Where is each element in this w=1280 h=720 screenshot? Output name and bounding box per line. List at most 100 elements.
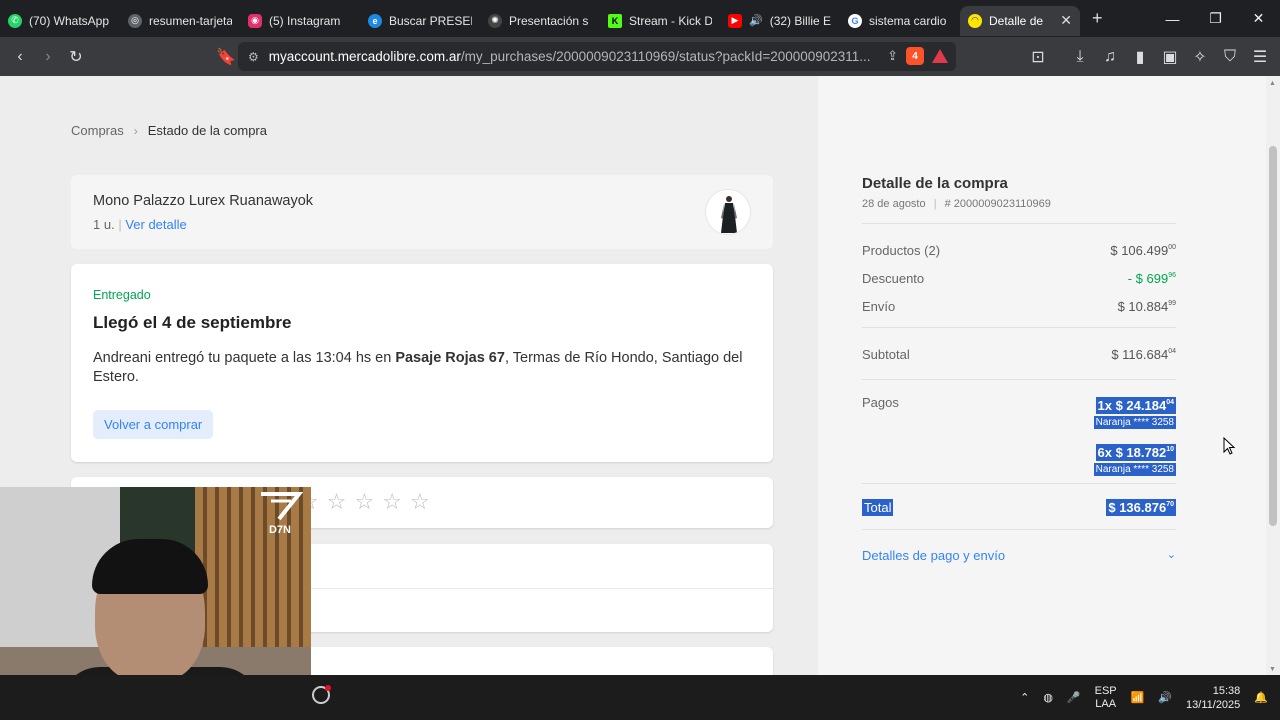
scrollbar-thumb[interactable] (1269, 146, 1277, 526)
new-tab-icon[interactable]: + (1092, 8, 1112, 29)
close-tab-icon[interactable]: ✕ (1060, 12, 1072, 29)
window-controls: — ❐ ✕ (1151, 0, 1280, 37)
tab-title: sistema cardio (869, 13, 947, 28)
seven-logo-icon (261, 492, 304, 521)
breadcrumb-current: Estado de la compra (147, 123, 267, 138)
lang-layout: LAA (1095, 697, 1117, 710)
product-thumbnail[interactable] (705, 189, 751, 235)
divider (862, 327, 1176, 328)
payment-shipping-details-toggle[interactable]: Detalles de pago y envío ⌄ (862, 548, 1176, 563)
star-icon[interactable]: ☆ (382, 491, 402, 513)
payment-2-card: Naranja **** 3258 (1093, 463, 1176, 476)
clock-date: 13/11/2025 (1186, 698, 1241, 711)
page-scrollbar[interactable]: ▲ ▼ (1266, 76, 1280, 675)
maximize-icon[interactable]: ❐ (1194, 0, 1237, 37)
language-indicator[interactable]: ESP LAA (1095, 685, 1117, 711)
tab-google[interactable]: G sistema cardio (840, 6, 960, 36)
tab-youtube[interactable]: ▶ 🔊 (32) Billie E (720, 6, 840, 36)
sidebar-icon[interactable]: ▮ (1126, 43, 1154, 71)
address-bar-actions: ⇪ 4 (887, 47, 948, 65)
shipping-label: Envío (862, 299, 896, 314)
summary-title: Detalle de la compra (862, 175, 1008, 192)
volume-icon[interactable]: 🔊 (1158, 691, 1172, 704)
tab-resumen[interactable]: ◎ resumen-tarjeta (120, 6, 240, 36)
divider (862, 529, 1176, 530)
leo-ai-icon[interactable]: ✧ (1186, 43, 1214, 71)
wifi-icon[interactable]: 📶 (1131, 691, 1145, 704)
tab-title: (32) Billie E (769, 13, 832, 28)
share-icon[interactable]: ⇪ (887, 48, 898, 64)
taskbar-app-icon[interactable] (310, 684, 332, 706)
tab-title: Buscar PRESEN (389, 13, 472, 28)
toolbar-extensions: ⊡ ⤓ ♫ ▮ ▣ ✧ ⛉ ☰ (1024, 37, 1274, 76)
url-host: myaccount.mercadolibre.com.ar (268, 49, 461, 64)
bookmark-icon[interactable]: 🔖 (212, 43, 240, 71)
minimize-icon[interactable]: — (1151, 0, 1194, 37)
tab-buscar[interactable]: e Buscar PRESEN (360, 6, 480, 36)
mercadolibre-icon: ◠ (968, 13, 982, 28)
product-name: Mono Palazzo Lurex Ruanawayok (93, 193, 314, 209)
tab-instagram[interactable]: ◉ (5) Instagram (240, 6, 360, 36)
products-row: Productos (2) $ 106.49900 (862, 243, 1176, 258)
screenshot-icon[interactable]: ⊡ (1024, 43, 1052, 71)
subtotal-label: Subtotal (862, 347, 910, 362)
tab-title: Presentación s (509, 13, 589, 28)
divider (862, 483, 1176, 484)
scroll-up-icon[interactable]: ▲ (1269, 80, 1276, 87)
download-icon[interactable]: ⤓ (1066, 43, 1094, 71)
product-image (706, 190, 750, 234)
tab-kick[interactable]: K Stream - Kick D (600, 6, 720, 36)
view-detail-link[interactable]: Ver detalle (125, 217, 186, 232)
youtube-icon: ▶ (728, 13, 742, 28)
vpn-icon[interactable]: ⛉ (1216, 43, 1244, 71)
star-icon[interactable]: ☆ (410, 491, 430, 513)
delivery-address: Pasaje Rojas 67 (395, 350, 505, 366)
reload-icon[interactable]: ↻ (62, 43, 90, 71)
search-engine-icon: e (368, 13, 382, 28)
brave-shields-icon[interactable]: 4 (906, 47, 924, 65)
chevron-down-icon: ⌄ (1166, 549, 1176, 561)
scroll-down-icon[interactable]: ▼ (1269, 666, 1276, 673)
browser-tab-strip: ✆ (70) WhatsApp ◎ resumen-tarjeta ◉ (5) … (0, 0, 1280, 37)
breadcrumb: Compras › Estado de la compra (71, 123, 267, 138)
chevron-up-icon[interactable]: ⌃ (1020, 691, 1029, 704)
notification-bell-icon[interactable]: 🔔 (1254, 691, 1268, 704)
tab-title: resumen-tarjeta (149, 13, 232, 28)
site-settings-icon[interactable]: ⚙ (248, 50, 259, 64)
back-icon[interactable]: ‹ (6, 43, 34, 71)
status-desc-before: Andreani entregó tu paquete a las 13:04 … (93, 350, 396, 366)
star-icon[interactable]: ☆ (327, 491, 347, 513)
mouse-cursor-icon (1223, 437, 1235, 455)
browser-tray-icon[interactable]: ◍ (1043, 691, 1053, 704)
tab-title: Stream - Kick D (629, 13, 712, 28)
summary-subtitle: 28 de agosto | # 2000009023110969 (862, 198, 1051, 210)
address-bar[interactable]: ⚙ myaccount.mercadolibre.com.ar/my_purch… (238, 42, 956, 71)
media-icon[interactable]: ♫ (1096, 43, 1124, 71)
menu-icon[interactable]: ☰ (1246, 43, 1274, 71)
divider (862, 379, 1176, 380)
forward-icon[interactable]: › (34, 43, 62, 71)
breadcrumb-compras[interactable]: Compras (71, 123, 124, 138)
wallet-icon[interactable]: ▣ (1156, 43, 1184, 71)
brave-rewards-icon[interactable] (932, 49, 948, 63)
tab-presentacion[interactable]: ✺ Presentación s (480, 6, 600, 36)
tab-title: (5) Instagram (269, 13, 341, 28)
close-window-icon[interactable]: ✕ (1237, 0, 1280, 37)
channel-logo: D7N (255, 491, 305, 537)
payment-1-amount: 1x $ 24.18404 (1095, 397, 1176, 414)
payment-2-amount: 6x $ 18.78210 (1095, 444, 1176, 461)
status-label: Entregado (93, 288, 151, 302)
system-tray: ⌃ ◍ 🎤 ESP LAA 📶 🔊 15:38 13/11/2025 🔔 (1020, 675, 1280, 720)
total-row: Total $ 136.87670 (862, 499, 1176, 516)
tab-whatsapp[interactable]: ✆ (70) WhatsApp (0, 6, 120, 36)
openai-icon: ✺ (488, 13, 502, 28)
microphone-icon[interactable]: 🎤 (1067, 691, 1081, 704)
tab-mercadolibre[interactable]: ◠ Detalle de ✕ (960, 5, 1080, 36)
product-meta: 1 u. | Ver detalle (93, 217, 187, 232)
url-path: /my_purchases/2000009023110969/status?pa… (460, 49, 871, 64)
star-icon[interactable]: ☆ (354, 491, 374, 513)
buy-again-button[interactable]: Volver a comprar (93, 410, 214, 439)
clock[interactable]: 15:38 13/11/2025 (1186, 684, 1240, 712)
details-link-label: Detalles de pago y envío (862, 548, 1006, 563)
payments-row: Pagos 1x $ 24.18404 Naranja **** 3258 6x… (862, 395, 1176, 476)
